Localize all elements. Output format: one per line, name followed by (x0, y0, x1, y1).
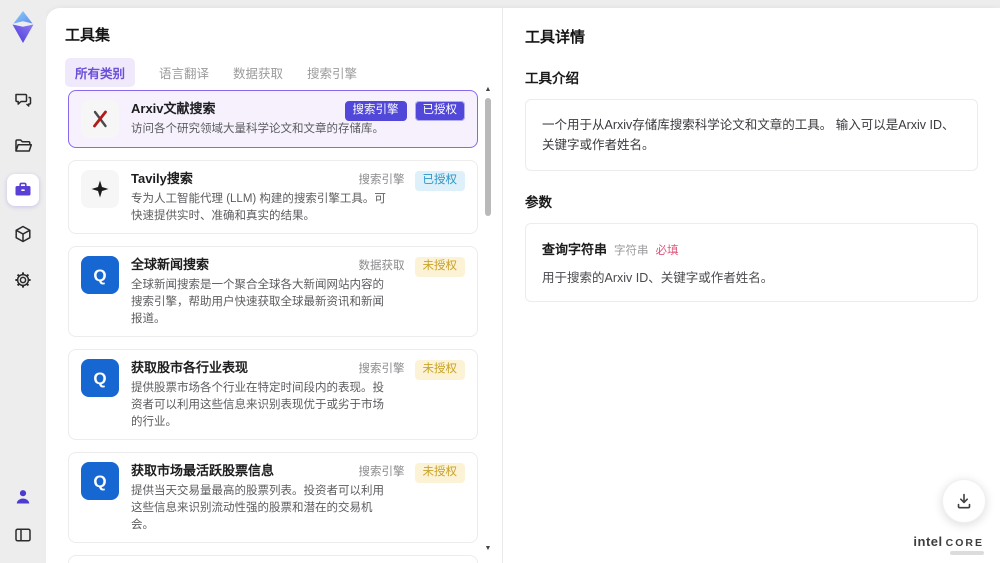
brand-core-text: CORE (945, 537, 984, 549)
folder-icon (15, 139, 33, 152)
sidebar-rail (0, 0, 46, 563)
tool-card-arxiv[interactable]: Arxiv文献搜索 访问各个研究领域大量科学论文和文章的存储库。 搜索引擎 已授… (68, 90, 478, 148)
category-badge: 搜索引擎 (358, 363, 405, 376)
scroll-up-icon[interactable]: ▲ (484, 86, 492, 94)
blue-q-logo-icon: Q (81, 256, 119, 295)
gem-logo-icon (12, 11, 34, 43)
download-button[interactable] (942, 479, 986, 523)
category-tabs: 所有类别 语言翻译 数据获取 搜索引擎 (65, 58, 357, 87)
sidebar-item-files[interactable] (7, 130, 39, 162)
arxiv-logo-icon (81, 100, 119, 138)
cube-icon (15, 225, 31, 243)
category-badge: 搜索引擎 (358, 174, 405, 186)
auth-status-badge: 已授权 (414, 101, 465, 121)
tool-card-sector-performance[interactable]: Q 获取股市各行业表现 提供股票市场各个行业在特定时间段内的表现。投资者可以利用… (68, 349, 478, 441)
blue-q-logo-icon: Q (81, 359, 119, 398)
sidebar-item-settings[interactable] (7, 264, 39, 296)
tab-data-fetch[interactable]: 数据获取 (233, 63, 283, 82)
intro-text: 一个用于从Arxiv存储库搜索科学论文和文章的工具。 输入可以是Arxiv ID… (542, 118, 955, 152)
tool-card-tavily[interactable]: Tavily搜索 专为人工智能代理 (LLM) 构建的搜索引擎工具。可快速提供实… (68, 160, 478, 235)
param-name: 查询字符串 (542, 242, 608, 257)
toolset-panel: 工具集 所有类别 语言翻译 数据获取 搜索引擎 Arxiv文献搜索 访问各个研究… (46, 8, 503, 563)
user-icon (16, 490, 30, 504)
sidebar-item-collapse[interactable] (7, 519, 39, 551)
auth-status-badge: 已授权 (414, 171, 465, 191)
tool-description: 全球新闻搜索是一个聚合全球各大新闻网站内容的搜索引擎，帮助用户快速获取全球最新资… (131, 279, 384, 325)
list-scrollbar[interactable]: ▲ ▼ (484, 86, 492, 553)
auth-status-badge: 未授权 (414, 463, 465, 483)
gear-icon (15, 272, 31, 288)
briefcase-icon (15, 182, 31, 196)
scrollbar-thumb[interactable] (485, 98, 491, 216)
auth-status-badge: 未授权 (414, 360, 465, 380)
tab-search-engine[interactable]: 搜索引擎 (307, 63, 357, 82)
four-point-star-icon (81, 170, 119, 208)
intro-box: 一个用于从Arxiv存储库搜索科学论文和文章的工具。 输入可以是Arxiv ID… (525, 99, 978, 171)
intro-heading: 工具介绍 (525, 71, 579, 86)
param-type: 字符串 (614, 245, 649, 257)
category-badge: 搜索引擎 (358, 466, 405, 479)
brand-intel-text: intel (913, 534, 943, 549)
tool-description: 访问各个研究领域大量科学论文和文章的存储库。 (131, 123, 384, 135)
content-shell: 工具集 所有类别 语言翻译 数据获取 搜索引擎 Arxiv文献搜索 访问各个研究… (46, 8, 1000, 563)
param-box: 查询字符串 字符串 必填 用于搜索的Arxiv ID、关键字或作者姓名。 (525, 223, 978, 302)
sidebar-item-user[interactable] (7, 481, 39, 513)
category-badge: 搜索引擎 (344, 101, 407, 121)
blue-q-logo-icon: Q (81, 462, 119, 501)
toolset-title: 工具集 (65, 27, 111, 44)
chat-icon (15, 93, 32, 107)
tool-details-panel: 工具详情 工具介绍 一个用于从Arxiv存储库搜索科学论文和文章的工具。 输入可… (503, 8, 1000, 563)
tool-description: 提供当天交易量最高的股票列表。投资者可以利用这些信息来识别流动性强的股票和潜在的… (131, 485, 384, 531)
sidebar-item-toolbox-active[interactable] (7, 174, 39, 206)
tool-card-active-stocks[interactable]: Q 获取市场最活跃股票信息 提供当天交易量最高的股票列表。投资者可以利用这些信息… (68, 452, 478, 544)
panel-layout-icon (15, 528, 31, 542)
tool-list: Arxiv文献搜索 访问各个研究领域大量科学论文和文章的存储库。 搜索引擎 已授… (68, 90, 478, 563)
tool-card-global-news[interactable]: Q 全球新闻搜索 全球新闻搜索是一个聚合全球各大新闻网站内容的搜索引擎，帮助用户… (68, 246, 478, 338)
scroll-down-icon[interactable]: ▼ (484, 545, 492, 553)
tab-all-categories[interactable]: 所有类别 (65, 58, 136, 87)
tab-language-translation[interactable]: 语言翻译 (159, 63, 209, 82)
tool-description: 专为人工智能代理 (LLM) 构建的搜索引擎工具。可快速提供实时、准确和真实的结… (131, 193, 386, 222)
details-title: 工具详情 (525, 29, 586, 46)
param-description: 用于搜索的Arxiv ID、关键字或作者姓名。 (542, 271, 774, 285)
download-icon (957, 493, 971, 509)
brand-sub-mark (950, 551, 984, 555)
category-badge: 数据获取 (358, 260, 405, 273)
sidebar-item-chat[interactable] (7, 84, 39, 116)
app-window: 工具集 所有类别 语言翻译 数据获取 搜索引擎 Arxiv文献搜索 访问各个研究… (0, 0, 1000, 563)
param-required-badge: 必填 (655, 245, 679, 257)
intel-core-logo: intel CORE (913, 534, 984, 555)
tool-description: 提供股票市场各个行业在特定时间段内的表现。投资者可以利用这些信息来识别表现优于或… (131, 382, 384, 428)
app-logo (6, 8, 40, 46)
params-heading: 参数 (525, 195, 552, 210)
sidebar-item-models[interactable] (7, 218, 39, 250)
tool-card-regional-news[interactable]: 万维地区新闻查询 查询具体行政区划内的新闻，快速了解各地新闻动 搜索引擎 未授权 (68, 555, 478, 563)
auth-status-badge: 未授权 (414, 257, 465, 277)
